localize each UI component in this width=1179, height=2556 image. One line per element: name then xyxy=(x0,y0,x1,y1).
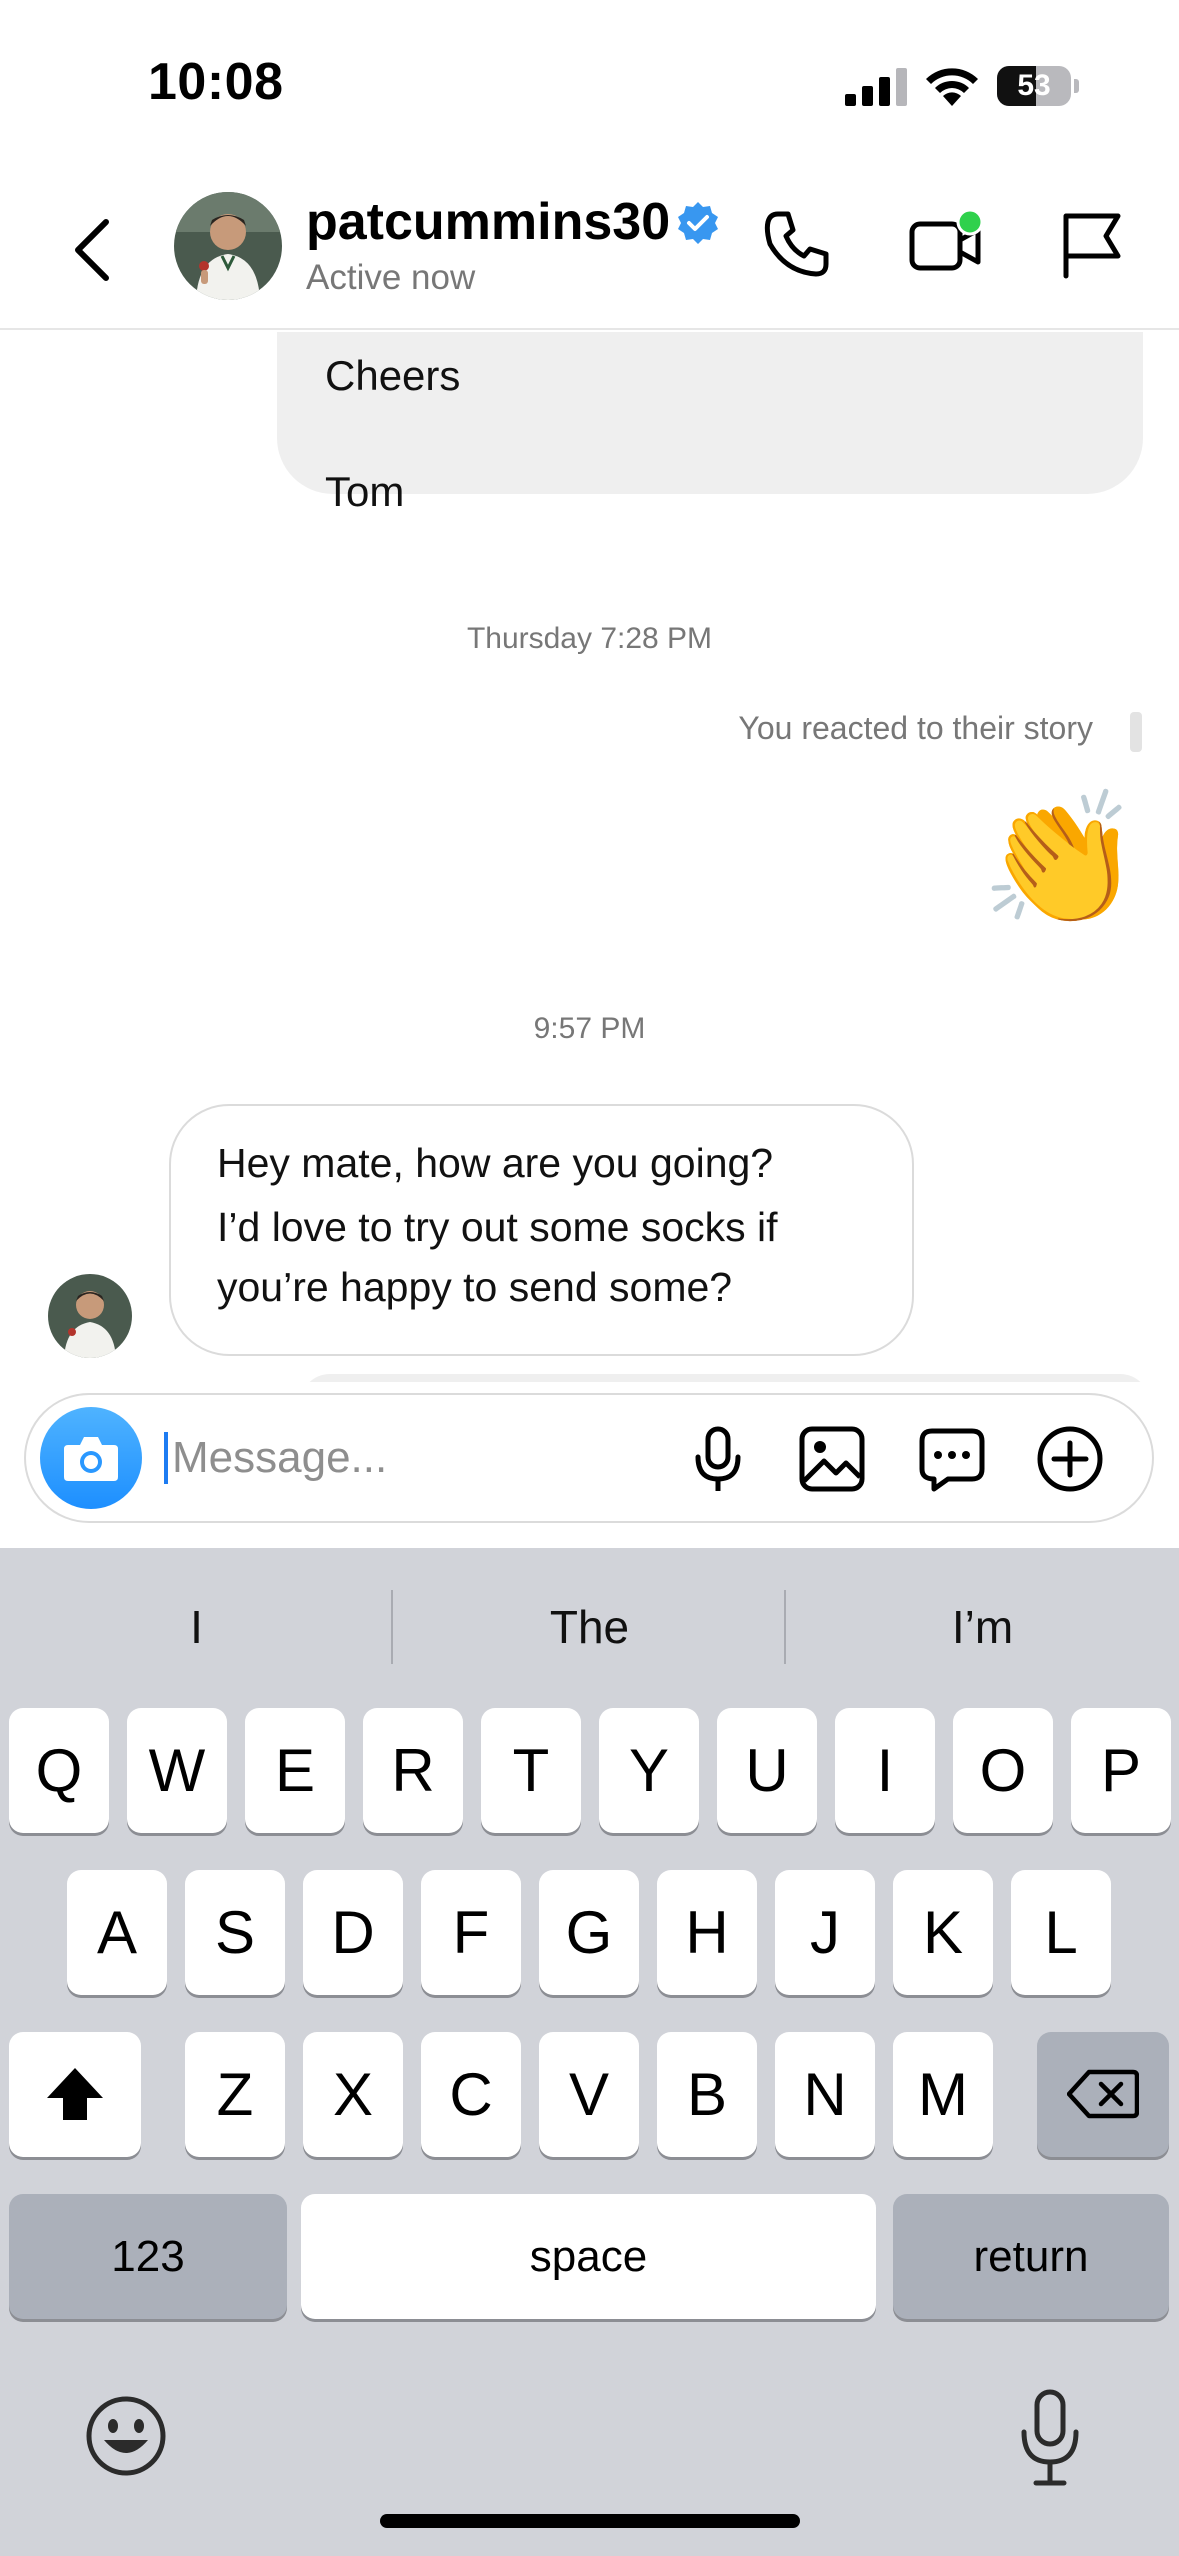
text-caret xyxy=(164,1432,168,1484)
key-p[interactable]: P xyxy=(1071,1708,1171,1833)
story-thumbnail[interactable] xyxy=(1130,712,1142,752)
backspace-key[interactable] xyxy=(1037,2032,1169,2157)
chat-username[interactable]: patcummins30 xyxy=(306,192,670,252)
key-d[interactable]: D xyxy=(303,1870,403,1995)
shift-arrow-icon xyxy=(47,2068,103,2120)
timestamp: Thursday 7:28 PM xyxy=(466,622,713,655)
profile-avatar[interactable] xyxy=(174,192,282,300)
sender-avatar[interactable] xyxy=(48,1274,132,1358)
suggestion-3[interactable]: I’m xyxy=(786,1548,1179,1706)
suggestion-1[interactable]: I xyxy=(0,1548,393,1706)
next-message-bubble[interactable] xyxy=(300,1374,1150,1382)
key-f[interactable]: F xyxy=(421,1870,521,1995)
message-line: you’re happy to send some? xyxy=(217,1264,733,1310)
keyboard: I The I’m Q W E R T Y U I O P A S D F G … xyxy=(0,1548,1179,2556)
key-t[interactable]: T xyxy=(481,1708,581,1833)
clapping-hands-reaction[interactable]: 👏 xyxy=(980,794,1142,924)
key-v[interactable]: V xyxy=(539,2032,639,2157)
shift-key[interactable] xyxy=(9,2032,141,2157)
phone-icon[interactable] xyxy=(756,204,836,284)
key-k[interactable]: K xyxy=(893,1870,993,1995)
key-z[interactable]: Z xyxy=(185,2032,285,2157)
key-l[interactable]: L xyxy=(1011,1870,1111,1995)
battery-level: 53 xyxy=(1017,69,1051,102)
outgoing-message-bubble[interactable]: Cheers xyxy=(277,332,1143,494)
wifi-icon xyxy=(926,68,978,106)
key-w[interactable]: W xyxy=(127,1708,227,1833)
story-reaction-note: You reacted to their story xyxy=(738,710,1093,746)
key-y[interactable]: Y xyxy=(599,1708,699,1833)
key-q[interactable]: Q xyxy=(9,1708,109,1833)
incoming-message-bubble[interactable]: Hey mate, how are you going? I’d love to… xyxy=(169,1104,914,1356)
suggestion-2[interactable]: The xyxy=(393,1548,786,1706)
battery-icon: 53 xyxy=(997,66,1079,106)
timestamp: 9:57 PM xyxy=(533,1012,646,1045)
key-a[interactable]: A xyxy=(67,1870,167,1995)
status-bar: 10:08 53 xyxy=(0,0,1179,170)
key-i[interactable]: I xyxy=(835,1708,935,1833)
return-key[interactable]: return xyxy=(893,2194,1169,2319)
verified-badge-icon xyxy=(678,202,718,244)
message-line: Cheers xyxy=(325,352,461,399)
key-e[interactable]: E xyxy=(245,1708,345,1833)
home-indicator[interactable] xyxy=(380,2514,800,2528)
key-c[interactable]: C xyxy=(421,2032,521,2157)
message-input[interactable] xyxy=(172,1423,672,1493)
message-line: I’d love to try out some socks if xyxy=(217,1204,778,1250)
key-m[interactable]: M xyxy=(893,2032,993,2157)
flag-icon[interactable] xyxy=(1052,204,1132,284)
cellular-signal-icon xyxy=(845,68,907,106)
key-n[interactable]: N xyxy=(775,2032,875,2157)
key-x[interactable]: X xyxy=(303,2032,403,2157)
message-line: Tom xyxy=(325,468,405,515)
message-composer xyxy=(24,1393,1154,1523)
key-r[interactable]: R xyxy=(363,1708,463,1833)
key-g[interactable]: G xyxy=(539,1870,639,1995)
message-line: Hey mate, how are you going? xyxy=(217,1140,774,1186)
dictation-icon[interactable] xyxy=(1018,2388,1082,2488)
gallery-icon[interactable] xyxy=(798,1425,866,1493)
key-j[interactable]: J xyxy=(775,1870,875,1995)
backspace-icon xyxy=(1067,2069,1139,2119)
back-chevron-icon[interactable] xyxy=(66,210,126,290)
sticker-chat-icon[interactable] xyxy=(918,1425,986,1493)
video-call-icon[interactable] xyxy=(906,204,986,284)
numbers-key[interactable]: 123 xyxy=(9,2194,287,2319)
key-s[interactable]: S xyxy=(185,1870,285,1995)
key-o[interactable]: O xyxy=(953,1708,1053,1833)
status-time: 10:08 xyxy=(148,53,284,111)
chat-header: patcummins30 Active now xyxy=(0,170,1179,330)
key-h[interactable]: H xyxy=(657,1870,757,1995)
add-icon[interactable] xyxy=(1036,1425,1104,1493)
key-b[interactable]: B xyxy=(657,2032,757,2157)
microphone-icon[interactable] xyxy=(684,1425,752,1493)
camera-icon xyxy=(64,1437,118,1481)
presence-status: Active now xyxy=(306,258,476,297)
camera-button[interactable] xyxy=(40,1407,142,1509)
emoji-keyboard-icon[interactable] xyxy=(84,2394,168,2478)
message-thread[interactable]: Cheers Tom Thursday 7:28 PM You reacted … xyxy=(0,332,1179,1382)
key-u[interactable]: U xyxy=(717,1708,817,1833)
space-key[interactable]: space xyxy=(301,2194,876,2319)
